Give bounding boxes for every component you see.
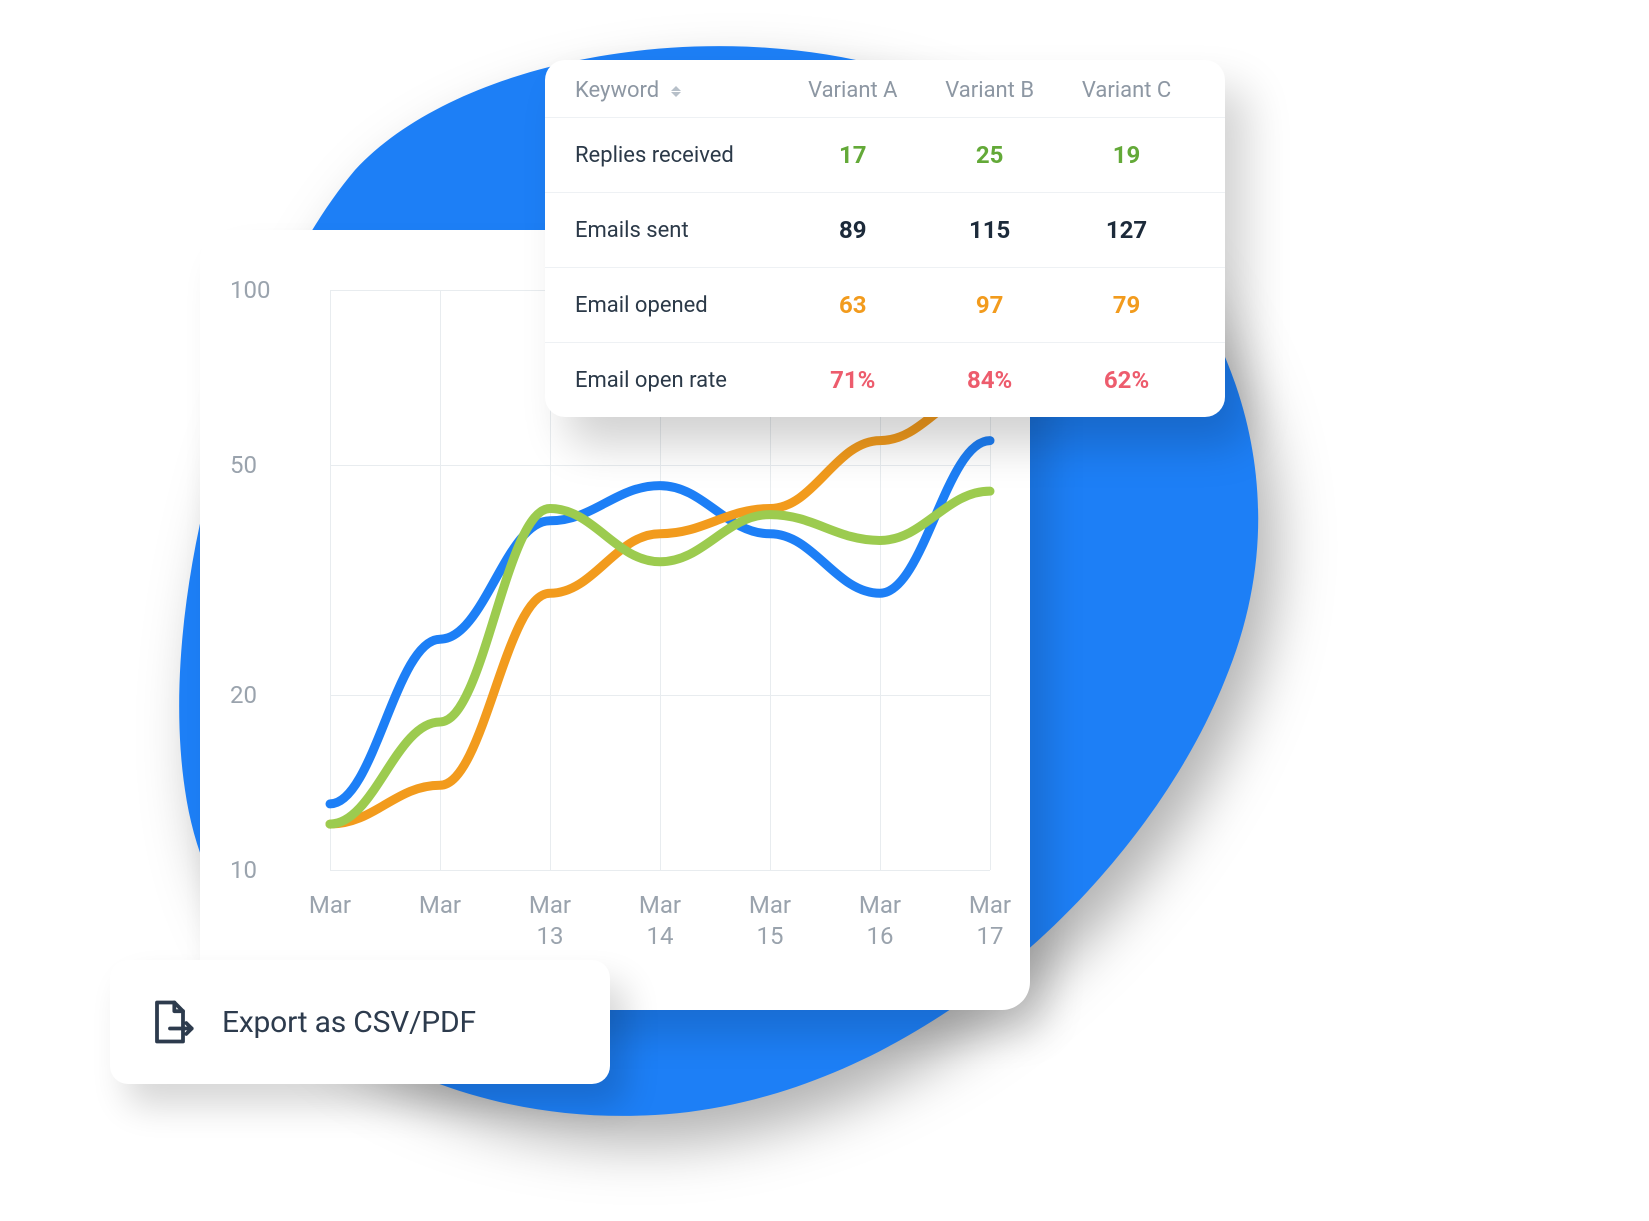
table-header-variant-b: Variant B — [921, 78, 1058, 103]
variant-stats-table: Keyword Variant A Variant B Variant C Re… — [545, 60, 1225, 417]
y-tick-label: 100 — [230, 276, 270, 304]
row-variant-b: 97 — [921, 291, 1058, 319]
table-header-variant-c: Variant C — [1058, 78, 1195, 103]
table-row: Email open rate71%84%62% — [545, 343, 1225, 417]
table-header-keyword-label: Keyword — [575, 78, 659, 103]
row-variant-c: 62% — [1058, 366, 1195, 394]
x-tick-label: Mar13 — [505, 890, 595, 952]
row-label: Emails sent — [575, 218, 784, 243]
y-tick-label: 50 — [230, 451, 257, 479]
x-tick-label: Mar — [395, 890, 485, 921]
row-label: Email open rate — [575, 368, 784, 393]
series-line — [330, 441, 990, 804]
row-variant-a: 89 — [784, 216, 921, 244]
y-tick-label: 20 — [230, 681, 257, 709]
x-tick-label: Mar — [285, 890, 375, 921]
table-body: Replies received172519Emails sent8911512… — [545, 118, 1225, 417]
table-header-row: Keyword Variant A Variant B Variant C — [545, 60, 1225, 118]
table-header-keyword[interactable]: Keyword — [575, 78, 784, 103]
row-variant-a: 63 — [784, 291, 921, 319]
series-line — [330, 491, 990, 824]
export-icon — [144, 996, 196, 1048]
x-tick-label: Mar16 — [835, 890, 925, 952]
sort-icon[interactable] — [671, 86, 681, 97]
export-label: Export as CSV/PDF — [222, 1005, 476, 1040]
grid-horizontal — [330, 870, 990, 871]
row-variant-c: 127 — [1058, 216, 1195, 244]
table-row: Replies received172519 — [545, 118, 1225, 193]
row-variant-a: 17 — [784, 141, 921, 169]
row-variant-b: 115 — [921, 216, 1058, 244]
table-row: Emails sent89115127 — [545, 193, 1225, 268]
y-tick-label: 10 — [230, 856, 257, 884]
row-variant-b: 84% — [921, 366, 1058, 394]
table-header-variant-a: Variant A — [784, 78, 921, 103]
row-variant-c: 79 — [1058, 291, 1195, 319]
chart-x-labels: MarMarMar13Mar14Mar15Mar16Mar17 — [330, 890, 990, 970]
row-variant-b: 25 — [921, 141, 1058, 169]
export-button[interactable]: Export as CSV/PDF — [110, 960, 610, 1084]
row-variant-c: 19 — [1058, 141, 1195, 169]
x-tick-label: Mar15 — [725, 890, 815, 952]
row-variant-a: 71% — [784, 366, 921, 394]
table-row: Email opened639779 — [545, 268, 1225, 343]
row-label: Replies received — [575, 143, 784, 168]
series-line — [330, 387, 990, 824]
x-tick-label: Mar17 — [945, 890, 1035, 952]
row-label: Email opened — [575, 293, 784, 318]
x-tick-label: Mar14 — [615, 890, 705, 952]
